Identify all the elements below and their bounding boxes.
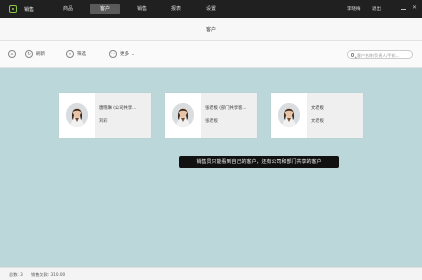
toolbar: ▫ ↻ 刷新 ▿ 筛选 ⋯ 更多 ⌄: [0, 41, 422, 68]
customer-owner: 张老板: [205, 119, 218, 124]
refresh-button[interactable]: ↻ 刷新: [25, 49, 45, 59]
more-icon: ⋯: [109, 50, 117, 58]
page-title: 客户: [205, 27, 216, 33]
refresh-icon: ↻: [25, 50, 33, 58]
status-total: 总数: 3: [9, 272, 23, 277]
more-button[interactable]: ⋯ 更多 ⌄: [109, 49, 135, 59]
filter-label: 筛选: [77, 52, 86, 57]
refresh-label: 刷新: [36, 52, 45, 57]
search-icon: [351, 53, 355, 57]
chevron-down-icon: ⌄: [131, 51, 135, 57]
customer-card[interactable]: 张老板 (部门共享客... 张老板: [165, 93, 257, 138]
search-box[interactable]: [347, 50, 413, 59]
customer-owner: 文老板: [311, 119, 324, 124]
app-logo-icon: [9, 5, 17, 13]
filter-button[interactable]: ▿ 筛选: [66, 49, 86, 59]
status-amount: 销售欠款: 310.00: [31, 272, 66, 277]
more-label: 更多: [120, 52, 129, 57]
customer-owner: 刘彩: [99, 119, 108, 124]
tooltip: 销售员只能看到自己的客户，还有公司和部门共享的客户: [179, 156, 339, 168]
nav-item-sales[interactable]: 销售: [127, 4, 157, 14]
select-all-button[interactable]: ▫: [8, 49, 16, 59]
avatar: [278, 103, 300, 127]
avatar: [66, 103, 88, 127]
top-nav-bar: 销售 商品 客户 销售 报表 设置 李晓梅 退出 ✕: [0, 0, 422, 18]
customer-name: 唐晓琳 (公司共享...: [99, 106, 137, 111]
filter-icon: ▿: [66, 50, 74, 58]
customer-grid: 唐晓琳 (公司共享... 刘彩 张老板 (部门共享客... 张老板 文老板 文老…: [0, 68, 422, 267]
checkbox-circle-icon: ▫: [8, 50, 16, 58]
nav-brand[interactable]: 销售: [24, 6, 34, 13]
avatar: [172, 103, 194, 127]
customer-name: 文老板: [311, 106, 324, 111]
nav-item-customers[interactable]: 客户: [90, 4, 120, 14]
status-bar: 总数: 3 销售欠款: 310.00: [0, 267, 422, 280]
logout-link[interactable]: 退出: [372, 6, 381, 12]
close-icon[interactable]: ✕: [412, 4, 417, 12]
customer-name: 张老板 (部门共享客...: [205, 106, 247, 111]
nav-item-reports[interactable]: 报表: [161, 4, 191, 14]
nav-item-products[interactable]: 商品: [53, 4, 83, 14]
customer-card[interactable]: 文老板 文老板: [271, 93, 363, 138]
page-header: 客户: [0, 18, 422, 41]
search-input[interactable]: [357, 51, 412, 59]
nav-item-settings[interactable]: 设置: [196, 4, 226, 14]
minimize-icon[interactable]: [401, 9, 406, 10]
customer-card[interactable]: 唐晓琳 (公司共享... 刘彩: [59, 93, 151, 138]
user-name[interactable]: 李晓梅: [347, 6, 361, 12]
